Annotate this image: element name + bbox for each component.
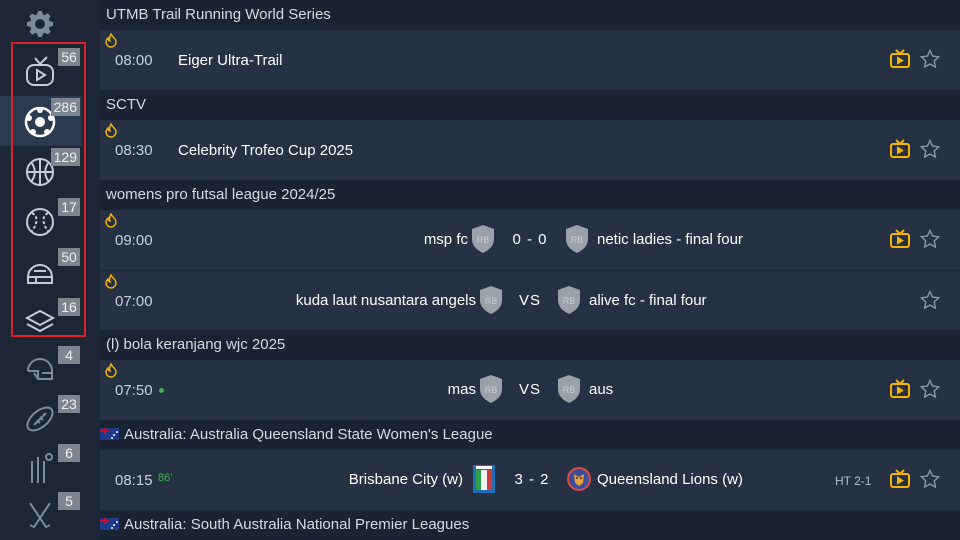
match-list: UTMB Trail Running World Series 08:00 Ei… bbox=[100, 0, 960, 540]
team-shield-icon: RB bbox=[558, 286, 580, 314]
sport-count: 56 bbox=[58, 48, 80, 66]
live-tv-icon[interactable] bbox=[890, 469, 910, 488]
football-helmet-icon bbox=[27, 358, 53, 380]
away-team: aus bbox=[589, 381, 614, 398]
sport-count: 23 bbox=[58, 395, 80, 413]
sport-tab-video[interactable]: 56 bbox=[0, 46, 82, 96]
svg-text:RB: RB bbox=[571, 235, 584, 245]
hockey-sticks-icon bbox=[29, 502, 51, 529]
home-team: msp fc bbox=[423, 231, 468, 248]
event-title: Celebrity Trofeo Cup 2025 bbox=[178, 142, 354, 159]
league-header[interactable]: SCTV bbox=[100, 90, 960, 120]
match-time: 08:30 bbox=[115, 142, 153, 159]
sports-sidebar: 56 286 129 17 50 16 4 23 6 5 bbox=[0, 0, 86, 540]
sport-count: 4 bbox=[58, 346, 80, 364]
sport-tab-soccer[interactable]: 286 bbox=[0, 96, 82, 146]
hot-fire-icon bbox=[105, 213, 117, 228]
league-header[interactable]: Australia: South Australia National Prem… bbox=[100, 510, 960, 540]
live-tv-icon[interactable] bbox=[890, 49, 910, 68]
match-row[interactable]: 08:30 Celebrity Trofeo Cup 2025 bbox=[100, 120, 960, 180]
hot-fire-icon bbox=[105, 363, 117, 378]
live-dot bbox=[159, 388, 164, 393]
hot-fire-icon bbox=[105, 33, 117, 48]
favorite-star-icon[interactable] bbox=[920, 379, 940, 399]
league-header[interactable]: Australia: Australia Queensland State Wo… bbox=[100, 420, 960, 450]
team-shield-icon: RB bbox=[566, 225, 588, 253]
home-team: Brisbane City (w) bbox=[348, 471, 463, 488]
baseball-icon bbox=[26, 208, 54, 236]
sport-count: 50 bbox=[58, 248, 80, 266]
svg-text:RB: RB bbox=[477, 235, 490, 245]
favorite-star-icon[interactable] bbox=[920, 229, 940, 249]
league-name: Australia: Australia Queensland State Wo… bbox=[124, 426, 493, 443]
match-time: 09:00 bbox=[115, 232, 153, 249]
sport-tab-basketball[interactable]: 129 bbox=[0, 146, 82, 196]
australia-flag-icon bbox=[100, 518, 119, 530]
sport-tab-baseball[interactable]: 17 bbox=[0, 196, 82, 246]
sport-count: 286 bbox=[50, 98, 80, 116]
team-crest-icon bbox=[567, 467, 591, 491]
rugby-ball-icon bbox=[26, 406, 54, 432]
sport-tab-american-football[interactable]: 4 bbox=[0, 344, 82, 394]
team-shield-icon: RB bbox=[558, 375, 580, 403]
sport-tab-cricket[interactable]: 6 bbox=[0, 442, 82, 492]
match-row[interactable]: 08:15 86' Brisbane City (w) 3 - 2 Queens… bbox=[100, 450, 960, 510]
match-minute: 86' bbox=[158, 472, 173, 484]
sport-count: 5 bbox=[58, 492, 80, 510]
sport-tab-field-hockey[interactable]: 5 bbox=[0, 490, 82, 540]
svg-text:RB: RB bbox=[485, 385, 498, 395]
tv-play-icon bbox=[26, 56, 54, 86]
svg-text:RB: RB bbox=[563, 296, 576, 306]
sport-tab-other[interactable]: 16 bbox=[0, 296, 82, 346]
home-team: kuda laut nusantara angels bbox=[295, 292, 476, 309]
hot-fire-icon bbox=[105, 274, 117, 289]
match-score: VS bbox=[518, 292, 541, 309]
sport-count: 129 bbox=[50, 148, 80, 166]
match-row[interactable]: 07:50 mas RB VS RB aus bbox=[100, 360, 960, 420]
svg-text:RB: RB bbox=[563, 385, 576, 395]
match-row[interactable]: 07:00 kuda laut nusantara angels RB VS R… bbox=[100, 270, 960, 330]
hot-fire-icon bbox=[105, 123, 117, 138]
favorite-star-icon[interactable] bbox=[920, 290, 940, 310]
league-header[interactable]: (l) bola keranjang wjc 2025 bbox=[100, 330, 960, 360]
cricket-icon bbox=[31, 453, 53, 483]
sport-tab-rugby[interactable]: 23 bbox=[0, 393, 82, 443]
favorite-star-icon[interactable] bbox=[920, 139, 940, 159]
team-shield-icon: RB bbox=[472, 225, 494, 253]
favorite-star-icon[interactable] bbox=[920, 49, 940, 69]
league-header[interactable]: UTMB Trail Running World Series bbox=[100, 0, 960, 30]
hockey-helmet-icon bbox=[27, 264, 53, 284]
league-header[interactable]: womens pro futsal league 2024/25 bbox=[100, 180, 960, 210]
favorite-star-icon[interactable] bbox=[920, 469, 940, 489]
sport-count: 17 bbox=[58, 198, 80, 216]
event-title: Eiger Ultra-Trail bbox=[178, 52, 283, 69]
away-team: Queensland Lions (w) bbox=[597, 471, 743, 488]
settings-gear-icon[interactable] bbox=[24, 8, 56, 40]
live-tv-icon[interactable] bbox=[890, 229, 910, 248]
sport-count: 6 bbox=[58, 444, 80, 462]
match-time: 08:15 bbox=[115, 472, 153, 489]
layers-icon bbox=[24, 309, 56, 333]
sport-count: 16 bbox=[58, 298, 80, 316]
away-team: alive fc - final four bbox=[589, 292, 707, 309]
match-score: VS bbox=[518, 381, 541, 398]
live-tv-icon[interactable] bbox=[890, 139, 910, 158]
away-team: netic ladies - final four bbox=[597, 231, 743, 248]
match-time: 07:50 bbox=[115, 382, 153, 399]
team-crest-icon bbox=[473, 465, 495, 493]
home-team: mas bbox=[447, 381, 476, 398]
live-tv-icon[interactable] bbox=[890, 379, 910, 398]
australia-flag-icon bbox=[100, 428, 119, 440]
sport-tab-hockey[interactable]: 50 bbox=[0, 246, 82, 296]
match-score: 0 - 0 bbox=[512, 231, 548, 248]
match-row[interactable]: 09:00 msp fc RB 0 - 0 RB netic ladies - … bbox=[100, 210, 960, 270]
match-time: 08:00 bbox=[115, 52, 153, 69]
match-score: 3 - 2 bbox=[514, 471, 550, 488]
halftime-score: HT 2-1 bbox=[835, 474, 872, 488]
league-name: Australia: South Australia National Prem… bbox=[124, 516, 470, 533]
match-row[interactable]: 08:00 Eiger Ultra-Trail bbox=[100, 30, 960, 90]
svg-text:RB: RB bbox=[485, 296, 498, 306]
match-time: 07:00 bbox=[115, 293, 153, 310]
